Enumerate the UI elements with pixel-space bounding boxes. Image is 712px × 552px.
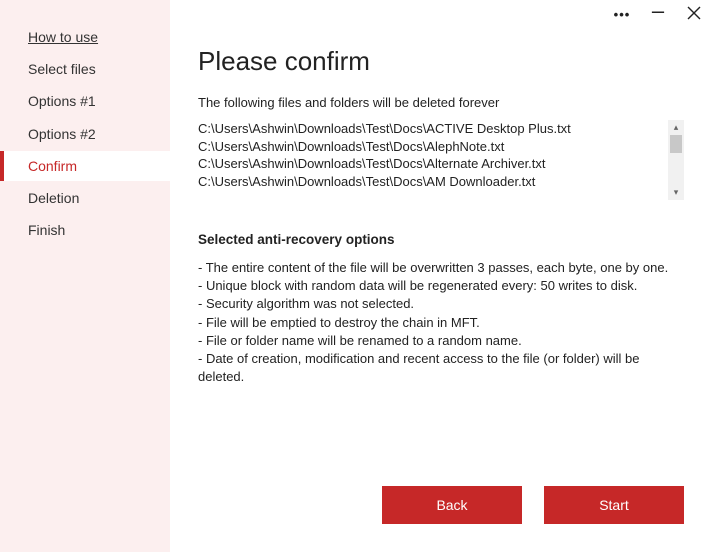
main-panel: ••• – Please confirm The following files… [170, 0, 712, 552]
option-line: - File will be emptied to destroy the ch… [198, 314, 684, 332]
scroll-down-icon[interactable]: ▾ [674, 185, 679, 200]
page-title: Please confirm [198, 46, 684, 77]
option-line: - Date of creation, modification and rec… [198, 350, 684, 386]
anti-recovery-options: - The entire content of the file will be… [198, 259, 684, 386]
sidebar-item-how-to-use[interactable]: How to use [0, 22, 170, 52]
sidebar: How to use Select files Options #1 Optio… [0, 0, 170, 552]
file-path: C:\Users\Ashwin\Downloads\Test\Docs\AM D… [198, 173, 668, 191]
option-line: - File or folder name will be renamed to… [198, 332, 684, 350]
sidebar-item-deletion[interactable]: Deletion [0, 183, 170, 213]
file-list: C:\Users\Ashwin\Downloads\Test\Docs\ACTI… [198, 120, 668, 200]
sidebar-item-options-1[interactable]: Options #1 [0, 86, 170, 116]
delete-warning-text: The following files and folders will be … [198, 95, 684, 110]
sidebar-item-confirm[interactable]: Confirm [0, 151, 170, 181]
sidebar-item-options-2[interactable]: Options #2 [0, 119, 170, 149]
sidebar-item-select-files[interactable]: Select files [0, 54, 170, 84]
file-path: C:\Users\Ashwin\Downloads\Test\Docs\Alte… [198, 155, 668, 173]
minimize-icon[interactable]: – [648, 7, 668, 15]
more-icon[interactable]: ••• [612, 7, 632, 22]
footer-buttons: Back Start [198, 486, 684, 532]
options-section-title: Selected anti-recovery options [198, 232, 684, 247]
scroll-track[interactable] [668, 135, 684, 185]
file-path: C:\Users\Ashwin\Downloads\Test\Docs\Alep… [198, 138, 668, 156]
option-line: - Security algorithm was not selected. [198, 295, 684, 313]
start-button[interactable]: Start [544, 486, 684, 524]
file-list-scrollbar[interactable]: ▴ ▾ [668, 120, 684, 200]
file-path: C:\Users\Ashwin\Downloads\Test\Docs\ACTI… [198, 120, 668, 138]
scroll-thumb[interactable] [670, 135, 682, 153]
option-line: - Unique block with random data will be … [198, 277, 684, 295]
sidebar-item-finish[interactable]: Finish [0, 215, 170, 245]
file-list-box: C:\Users\Ashwin\Downloads\Test\Docs\ACTI… [198, 120, 684, 200]
option-line: - The entire content of the file will be… [198, 259, 684, 277]
scroll-up-icon[interactable]: ▴ [674, 120, 679, 135]
back-button[interactable]: Back [382, 486, 522, 524]
close-icon[interactable] [684, 6, 704, 23]
window-controls: ••• – [612, 6, 704, 23]
